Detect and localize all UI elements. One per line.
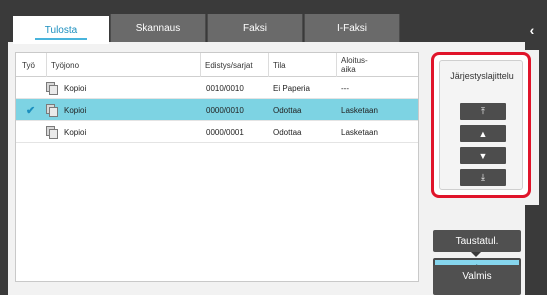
- right-edge-strip: [525, 205, 539, 295]
- row-job-name: Kopioi: [64, 105, 87, 115]
- row-progress: 0000/0010: [206, 105, 244, 115]
- row-progress: 0010/0010: [206, 83, 244, 93]
- header-status: Tila: [268, 53, 336, 77]
- table-header: Työ Työjono Edistys/sarjat Tila Aloitus-…: [16, 53, 418, 77]
- collapse-panel-button[interactable]: ‹: [525, 10, 539, 50]
- header-start-time-line2: aika: [341, 65, 356, 74]
- row-job-name: Kopioi: [64, 83, 87, 93]
- row-status: Odottaa: [273, 105, 302, 115]
- tab-fax[interactable]: Faksi: [207, 14, 303, 42]
- copy-job-icon: [46, 99, 58, 121]
- move-down-icon: ▼: [478, 150, 488, 161]
- move-to-bottom-icon: ⤓: [481, 172, 485, 182]
- job-status-screen: Tulosta Skannaus Faksi I-Faksi ‹ Työ Työ…: [8, 10, 539, 295]
- row-status: Odottaa: [273, 127, 302, 137]
- priority-sort-title: Järjestyslajittelu: [450, 71, 514, 81]
- checkmark-icon: ✔: [26, 104, 36, 117]
- header-queue: Työjono: [46, 53, 200, 77]
- header-start-time: Aloitus- aika: [336, 53, 418, 77]
- tab-print[interactable]: Tulosta: [13, 16, 109, 44]
- move-to-top-icon: ⤒: [481, 106, 485, 116]
- table-row[interactable]: Kopioi 0000/0001 Odottaa Lasketaan: [16, 121, 418, 143]
- table-row-selected[interactable]: ✔ Kopioi 0000/0010 Odottaa Lasketaan: [16, 99, 418, 121]
- tab-internet-fax[interactable]: I-Faksi: [304, 14, 400, 42]
- move-down-button[interactable]: ▼: [460, 147, 506, 164]
- completed-button[interactable]: Valmis: [433, 265, 521, 287]
- header-progress: Edistys/sarjat: [200, 53, 268, 77]
- copy-job-icon: [46, 77, 58, 99]
- copy-job-icon: [46, 121, 58, 143]
- job-table: Työ Työjono Edistys/sarjat Tila Aloitus-…: [15, 52, 419, 282]
- spool-button[interactable]: Taustatul.: [433, 230, 521, 252]
- row-start-time: ---: [341, 83, 349, 93]
- row-job-name: Kopioi: [64, 127, 87, 137]
- row-status: Ei Paperia: [273, 83, 310, 93]
- header-job: Työ: [22, 60, 35, 70]
- flow-arrow-icon: [471, 252, 481, 257]
- move-to-bottom-button[interactable]: ⤓: [460, 169, 506, 186]
- chevron-left-icon: ‹: [529, 22, 535, 38]
- priority-sort-box: Järjestyslajittelu ⤒ ▲ ▼ ⤓: [439, 60, 523, 190]
- move-up-button[interactable]: ▲: [460, 125, 506, 142]
- row-start-time: Lasketaan: [341, 105, 378, 115]
- mode-tab-bar: Tulosta Skannaus Faksi I-Faksi ‹: [8, 10, 539, 50]
- header-start-time-line1: Aloitus-: [341, 56, 368, 65]
- priority-sort-panel: Järjestyslajittelu ⤒ ▲ ▼ ⤓: [431, 52, 531, 198]
- row-progress: 0000/0001: [206, 127, 244, 137]
- move-to-top-button[interactable]: ⤒: [460, 103, 506, 120]
- tab-scan[interactable]: Skannaus: [110, 14, 206, 42]
- table-row[interactable]: Kopioi 0010/0010 Ei Paperia ---: [16, 77, 418, 99]
- move-up-icon: ▲: [478, 128, 488, 139]
- row-start-time: Lasketaan: [341, 127, 378, 137]
